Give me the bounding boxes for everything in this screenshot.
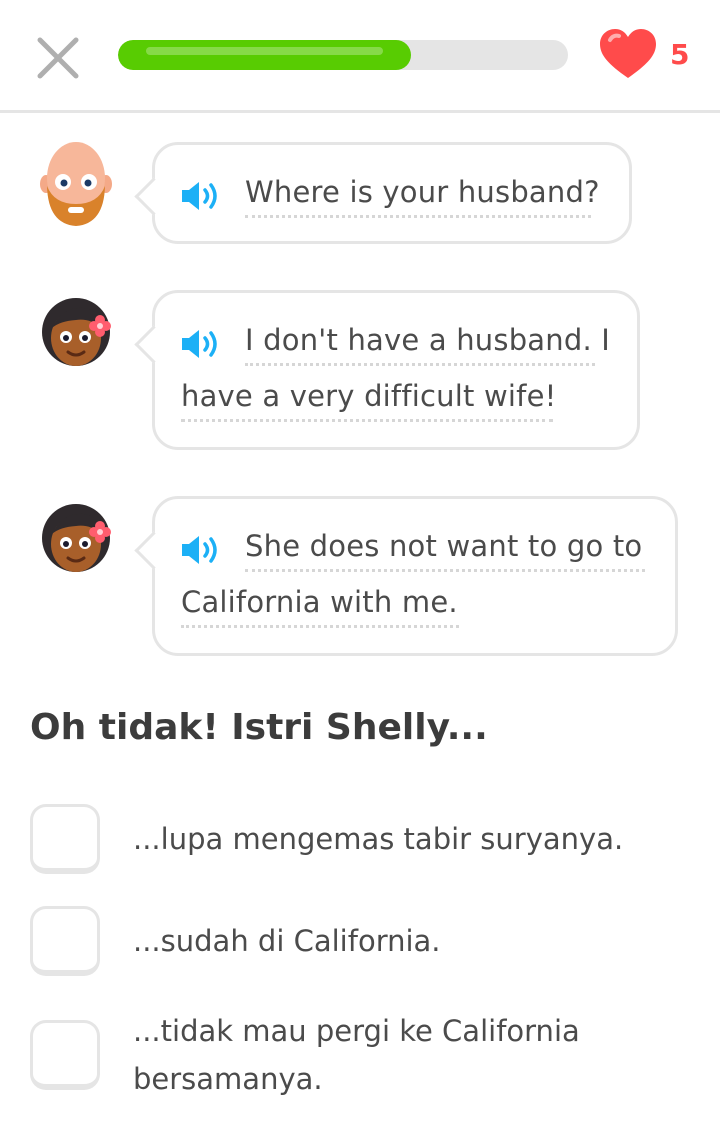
dotted-underline <box>245 569 645 572</box>
bald-bearded-man-avatar <box>40 142 112 226</box>
checkbox[interactable] <box>30 804 100 874</box>
dialogue-line: California with me. <box>181 585 458 619</box>
progress-shine <box>146 47 383 55</box>
progress-fill <box>118 40 411 70</box>
speech-bubble: She does not want to go to California wi… <box>152 496 678 656</box>
dotted-underline <box>181 625 459 628</box>
dotted-underline <box>245 363 595 366</box>
option-text: ...tidak mau pergi ke California <box>133 1014 580 1048</box>
hearts-counter[interactable]: 5 <box>598 28 708 84</box>
dotted-underline <box>245 215 591 218</box>
speech-bubble: Where is your husband? <box>152 142 632 244</box>
woman-with-flower-avatar <box>42 298 111 366</box>
speech-bubble: I don't have a husband. I have a very di… <box>152 290 640 450</box>
option-text: ...sudah di California. <box>133 924 441 958</box>
dialogue-line: I don't have a husband. I <box>245 323 611 357</box>
lesson-progress-bar <box>118 40 568 70</box>
close-icon[interactable] <box>30 30 86 86</box>
hearts-count: 5 <box>670 38 690 71</box>
checkbox[interactable] <box>30 1020 100 1090</box>
dotted-underline <box>181 419 553 422</box>
speaker-icon[interactable] <box>179 179 223 213</box>
speaker-icon[interactable] <box>179 327 223 361</box>
dialogue-line: have a very difficult wife! <box>181 379 557 413</box>
dialogue-line: She does not want to go to <box>245 529 643 563</box>
heart-icon <box>600 29 656 78</box>
option-text: bersamanya. <box>133 1062 323 1096</box>
speaker-icon[interactable] <box>179 533 223 567</box>
checkbox[interactable] <box>30 906 100 976</box>
dialogue-line: Where is your husband? <box>245 175 600 209</box>
woman-with-flower-avatar <box>42 504 111 572</box>
option-text: ...lupa mengemas tabir suryanya. <box>133 822 624 856</box>
lesson-header: 5 <box>0 0 720 113</box>
question-title: Oh tidak! Istri Shelly... <box>30 707 488 748</box>
